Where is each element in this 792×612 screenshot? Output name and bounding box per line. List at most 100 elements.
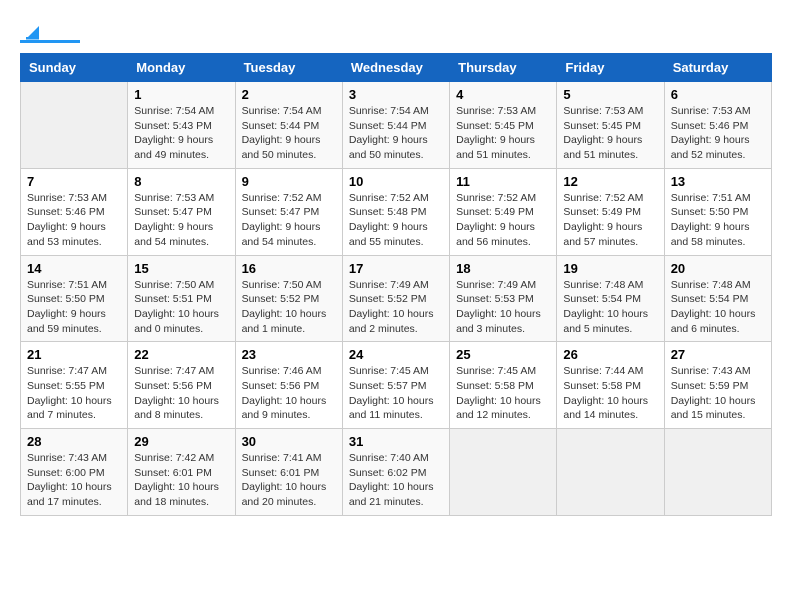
calendar-cell: 30 Sunrise: 7:41 AMSunset: 6:01 PMDayligh… [235, 429, 342, 516]
calendar-cell: 16 Sunrise: 7:50 AMSunset: 5:52 PMDayligh… [235, 255, 342, 342]
calendar-cell [21, 82, 128, 169]
calendar-week-1: 7 Sunrise: 7:53 AMSunset: 5:46 PMDaylight… [21, 168, 772, 255]
day-number: 15 [134, 261, 228, 276]
day-info: Sunrise: 7:43 AMSunset: 6:00 PMDaylight:… [27, 451, 121, 510]
calendar-week-2: 14 Sunrise: 7:51 AMSunset: 5:50 PMDayligh… [21, 255, 772, 342]
day-number: 1 [134, 87, 228, 102]
day-info: Sunrise: 7:49 AMSunset: 5:53 PMDaylight:… [456, 278, 550, 337]
day-number: 7 [27, 174, 121, 189]
day-info: Sunrise: 7:40 AMSunset: 6:02 PMDaylight:… [349, 451, 443, 510]
day-info: Sunrise: 7:48 AMSunset: 5:54 PMDaylight:… [671, 278, 765, 337]
day-number: 6 [671, 87, 765, 102]
day-number: 8 [134, 174, 228, 189]
day-number: 12 [563, 174, 657, 189]
day-info: Sunrise: 7:54 AMSunset: 5:44 PMDaylight:… [349, 104, 443, 163]
day-info: Sunrise: 7:52 AMSunset: 5:47 PMDaylight:… [242, 191, 336, 250]
logo [20, 20, 80, 43]
day-info: Sunrise: 7:47 AMSunset: 5:56 PMDaylight:… [134, 364, 228, 423]
day-number: 18 [456, 261, 550, 276]
calendar-week-0: 1 Sunrise: 7:54 AMSunset: 5:43 PMDaylight… [21, 82, 772, 169]
weekday-wednesday: Wednesday [342, 54, 449, 82]
logo-icon [21, 20, 43, 42]
calendar-cell: 21Sunrise: 7:47 AMSunset: 5:55 PMDayligh… [21, 342, 128, 429]
calendar-cell: 8 Sunrise: 7:53 AMSunset: 5:47 PMDaylight… [128, 168, 235, 255]
day-number: 16 [242, 261, 336, 276]
day-info: Sunrise: 7:53 AMSunset: 5:45 PMDaylight:… [563, 104, 657, 163]
day-number: 13 [671, 174, 765, 189]
calendar-cell: 19 Sunrise: 7:48 AMSunset: 5:54 PMDayligh… [557, 255, 664, 342]
calendar-cell: 10Sunrise: 7:52 AMSunset: 5:48 PMDayligh… [342, 168, 449, 255]
calendar-cell: 26 Sunrise: 7:44 AMSunset: 5:58 PMDayligh… [557, 342, 664, 429]
calendar-cell: 14 Sunrise: 7:51 AMSunset: 5:50 PMDayligh… [21, 255, 128, 342]
day-info: Sunrise: 7:44 AMSunset: 5:58 PMDaylight:… [563, 364, 657, 423]
calendar-cell: 31 Sunrise: 7:40 AMSunset: 6:02 PMDayligh… [342, 429, 449, 516]
day-number: 19 [563, 261, 657, 276]
calendar-cell: 18 Sunrise: 7:49 AMSunset: 5:53 PMDayligh… [450, 255, 557, 342]
day-info: Sunrise: 7:48 AMSunset: 5:54 PMDaylight:… [563, 278, 657, 337]
day-number: 2 [242, 87, 336, 102]
calendar-cell: 2Sunrise: 7:54 AMSunset: 5:44 PMDaylight… [235, 82, 342, 169]
calendar-cell [450, 429, 557, 516]
day-info: Sunrise: 7:45 AMSunset: 5:58 PMDaylight:… [456, 364, 550, 423]
weekday-thursday: Thursday [450, 54, 557, 82]
calendar-week-4: 28Sunrise: 7:43 AMSunset: 6:00 PMDayligh… [21, 429, 772, 516]
day-number: 14 [27, 261, 121, 276]
calendar-cell: 1 Sunrise: 7:54 AMSunset: 5:43 PMDaylight… [128, 82, 235, 169]
calendar-cell: 23 Sunrise: 7:46 AMSunset: 5:56 PMDayligh… [235, 342, 342, 429]
day-number: 29 [134, 434, 228, 449]
day-info: Sunrise: 7:49 AMSunset: 5:52 PMDaylight:… [349, 278, 443, 337]
weekday-tuesday: Tuesday [235, 54, 342, 82]
day-info: Sunrise: 7:42 AMSunset: 6:01 PMDaylight:… [134, 451, 228, 510]
day-number: 22 [134, 347, 228, 362]
day-info: Sunrise: 7:41 AMSunset: 6:01 PMDaylight:… [242, 451, 336, 510]
calendar-cell [557, 429, 664, 516]
day-info: Sunrise: 7:46 AMSunset: 5:56 PMDaylight:… [242, 364, 336, 423]
day-number: 23 [242, 347, 336, 362]
calendar-cell: 29 Sunrise: 7:42 AMSunset: 6:01 PMDayligh… [128, 429, 235, 516]
day-number: 5 [563, 87, 657, 102]
calendar-cell: 4Sunrise: 7:53 AMSunset: 5:45 PMDaylight… [450, 82, 557, 169]
weekday-saturday: Saturday [664, 54, 771, 82]
calendar-cell: 15 Sunrise: 7:50 AMSunset: 5:51 PMDayligh… [128, 255, 235, 342]
logo-underline [20, 40, 80, 43]
page-header [20, 20, 772, 43]
calendar-cell: 27Sunrise: 7:43 AMSunset: 5:59 PMDayligh… [664, 342, 771, 429]
weekday-friday: Friday [557, 54, 664, 82]
calendar-table: SundayMondayTuesdayWednesdayThursdayFrid… [20, 53, 772, 516]
day-number: 30 [242, 434, 336, 449]
day-info: Sunrise: 7:50 AMSunset: 5:51 PMDaylight:… [134, 278, 228, 337]
day-info: Sunrise: 7:53 AMSunset: 5:45 PMDaylight:… [456, 104, 550, 163]
day-info: Sunrise: 7:51 AMSunset: 5:50 PMDaylight:… [671, 191, 765, 250]
calendar-cell: 3 Sunrise: 7:54 AMSunset: 5:44 PMDaylight… [342, 82, 449, 169]
day-info: Sunrise: 7:52 AMSunset: 5:48 PMDaylight:… [349, 191, 443, 250]
day-number: 27 [671, 347, 765, 362]
day-number: 9 [242, 174, 336, 189]
day-info: Sunrise: 7:53 AMSunset: 5:46 PMDaylight:… [27, 191, 121, 250]
day-info: Sunrise: 7:54 AMSunset: 5:43 PMDaylight:… [134, 104, 228, 163]
day-number: 25 [456, 347, 550, 362]
weekday-sunday: Sunday [21, 54, 128, 82]
calendar-cell: 11Sunrise: 7:52 AMSunset: 5:49 PMDayligh… [450, 168, 557, 255]
day-info: Sunrise: 7:45 AMSunset: 5:57 PMDaylight:… [349, 364, 443, 423]
day-number: 11 [456, 174, 550, 189]
day-info: Sunrise: 7:53 AMSunset: 5:47 PMDaylight:… [134, 191, 228, 250]
day-number: 24 [349, 347, 443, 362]
day-number: 3 [349, 87, 443, 102]
day-number: 21 [27, 347, 121, 362]
day-number: 17 [349, 261, 443, 276]
calendar-cell: 7 Sunrise: 7:53 AMSunset: 5:46 PMDaylight… [21, 168, 128, 255]
calendar-cell [664, 429, 771, 516]
day-info: Sunrise: 7:51 AMSunset: 5:50 PMDaylight:… [27, 278, 121, 337]
day-number: 26 [563, 347, 657, 362]
calendar-header: SundayMondayTuesdayWednesdayThursdayFrid… [21, 54, 772, 82]
calendar-cell: 6Sunrise: 7:53 AMSunset: 5:46 PMDaylight… [664, 82, 771, 169]
calendar-cell: 17 Sunrise: 7:49 AMSunset: 5:52 PMDayligh… [342, 255, 449, 342]
calendar-cell: 9 Sunrise: 7:52 AMSunset: 5:47 PMDaylight… [235, 168, 342, 255]
weekday-row: SundayMondayTuesdayWednesdayThursdayFrid… [21, 54, 772, 82]
calendar-cell: 20Sunrise: 7:48 AMSunset: 5:54 PMDayligh… [664, 255, 771, 342]
calendar-cell: 5 Sunrise: 7:53 AMSunset: 5:45 PMDaylight… [557, 82, 664, 169]
calendar-cell: 22 Sunrise: 7:47 AMSunset: 5:56 PMDayligh… [128, 342, 235, 429]
calendar-cell: 12Sunrise: 7:52 AMSunset: 5:49 PMDayligh… [557, 168, 664, 255]
day-info: Sunrise: 7:50 AMSunset: 5:52 PMDaylight:… [242, 278, 336, 337]
day-number: 31 [349, 434, 443, 449]
